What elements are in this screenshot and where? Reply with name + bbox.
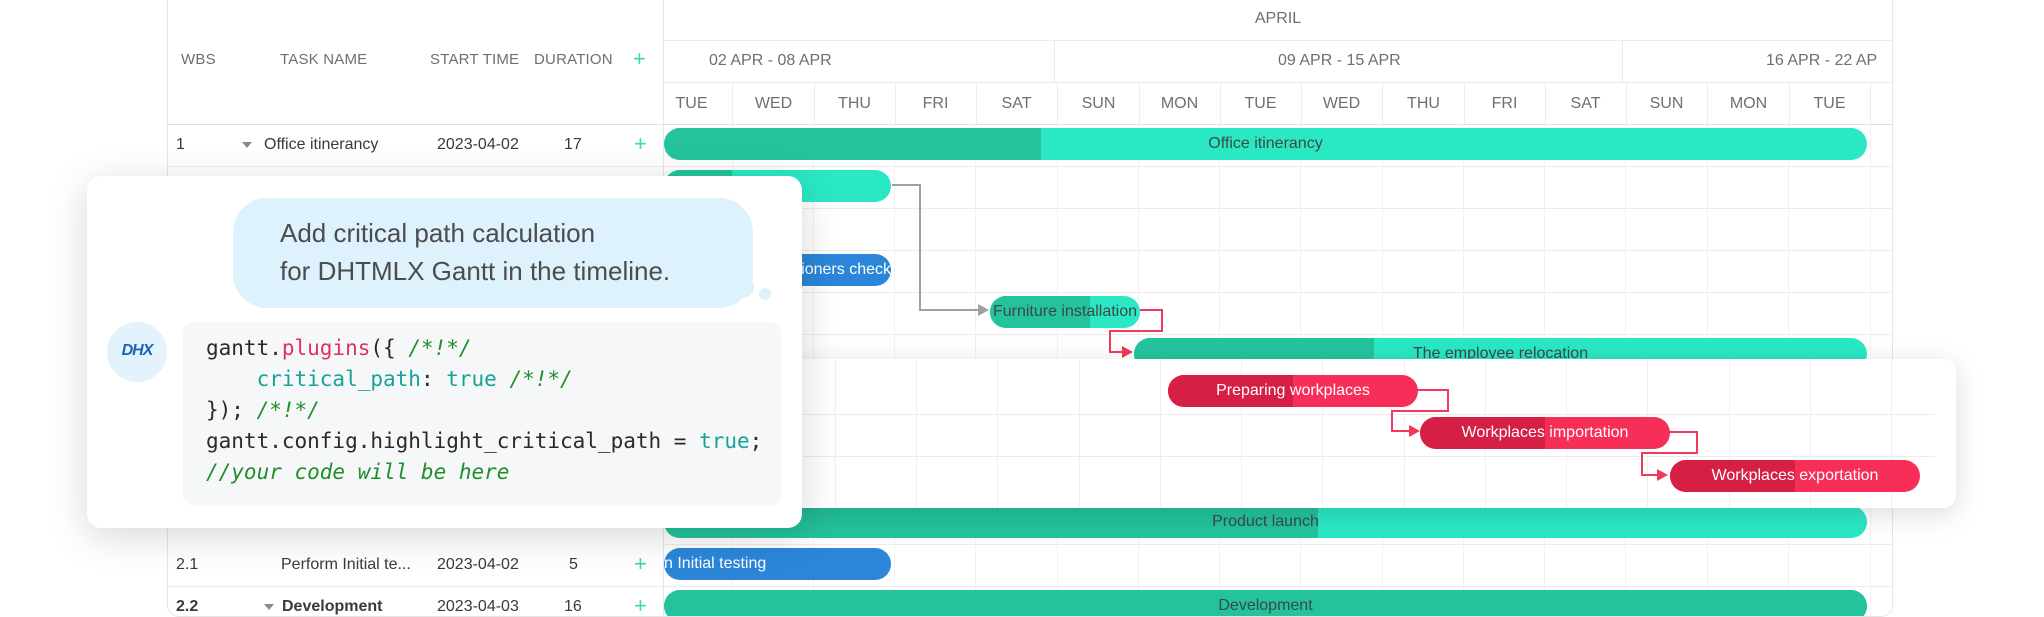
user-prompt-bubble: Add critical path calculation for DHTMLX… <box>233 198 753 308</box>
task-row[interactable]: 2.1 Perform Initial te... 2023-04-02 5 + <box>168 545 663 587</box>
expand-arrow-icon[interactable] <box>242 142 252 148</box>
code-snippet: gantt.plugins({ /*!*/ critical_path: tru… <box>183 322 781 506</box>
task-bar-label: Product launch <box>1212 513 1319 530</box>
row-duration: 16 <box>564 598 582 615</box>
task-bar[interactable]: n Initial testing <box>664 548 891 580</box>
row-start-time: 2023-04-02 <box>437 136 519 153</box>
dhx-avatar: DHX <box>107 322 167 382</box>
add-subtask-button[interactable]: + <box>634 131 647 157</box>
critical-task-label: Preparing workplaces <box>1216 382 1370 399</box>
critical-task-bar[interactable]: Workplaces importation <box>1420 417 1670 449</box>
column-header-wbs[interactable]: WBS <box>181 51 216 68</box>
row-wbs: 2.1 <box>176 556 199 573</box>
grid-header: WBS TASK NAME START TIME DURATION + <box>168 0 663 125</box>
task-bar[interactable]: Office itinerancy <box>664 128 1867 160</box>
bubble-tail <box>759 288 771 300</box>
task-bar[interactable]: Product launch <box>664 506 1867 538</box>
critical-task-bar[interactable]: Preparing workplaces <box>1168 375 1418 407</box>
prompt-line: Add critical path calculation <box>280 218 596 248</box>
row-task-name: Office itinerancy <box>264 136 379 153</box>
task-bar-label: Furniture installation <box>992 303 1138 320</box>
critical-task-bar[interactable]: Workplaces exportation <box>1670 460 1920 492</box>
critical-task-label: Workplaces importation <box>1461 424 1629 441</box>
row-task-name: Perform Initial te... <box>281 556 411 573</box>
column-header-task-name[interactable]: TASK NAME <box>280 51 367 68</box>
add-subtask-button[interactable]: + <box>634 551 647 577</box>
code-line: gantt.config.highlight_critical_path = t… <box>206 429 763 453</box>
row-wbs: 2.2 <box>176 598 199 615</box>
row-duration: 17 <box>564 136 582 153</box>
row-task-name: Development <box>282 598 383 615</box>
column-header-duration[interactable]: DURATION <box>534 51 613 68</box>
code-line: //your code will be here <box>206 460 510 484</box>
code-line: }); /*!*/ <box>206 398 320 422</box>
ai-chat-card: Add critical path calculation for DHTMLX… <box>87 176 802 528</box>
task-row[interactable]: 1 Office itinerancy 2023-04-02 17 + <box>168 125 663 167</box>
task-bar[interactable]: Development <box>664 590 1867 616</box>
task-bar-label: Office itinerancy <box>1208 135 1323 152</box>
task-bar-label: n Initial testing <box>664 555 767 572</box>
prompt-line: for DHTMLX Gantt in the timeline. <box>280 256 671 286</box>
row-start-time: 2023-04-02 <box>437 556 519 573</box>
task-row[interactable]: 2.2 Development 2023-04-03 16 + <box>168 587 663 616</box>
expand-arrow-icon[interactable] <box>264 604 274 610</box>
timeline: APRIL 02 APR - 08 APR 09 APR - 15 APR 16… <box>664 0 1892 616</box>
dhx-logo-icon: DHX <box>121 342 154 359</box>
column-header-start-time[interactable]: START TIME <box>430 51 519 68</box>
task-bar[interactable]: Furniture installation <box>990 296 1140 328</box>
task-bar-label: Development <box>1218 597 1313 614</box>
critical-task-label: Workplaces exportation <box>1711 467 1879 484</box>
code-line: gantt.plugins({ /*!*/ <box>206 336 472 360</box>
row-start-time: 2023-04-03 <box>437 598 519 615</box>
bubble-tail <box>732 276 754 298</box>
task-bar-label: ioners check <box>801 261 891 278</box>
critical-path-panel: Preparing workplaces Workplaces importat… <box>775 359 1956 508</box>
add-task-button[interactable]: + <box>633 46 646 72</box>
add-subtask-button[interactable]: + <box>634 593 647 616</box>
row-duration: 5 <box>569 556 578 573</box>
code-line: critical_path: true /*!*/ <box>206 367 573 391</box>
row-wbs: 1 <box>176 136 185 153</box>
